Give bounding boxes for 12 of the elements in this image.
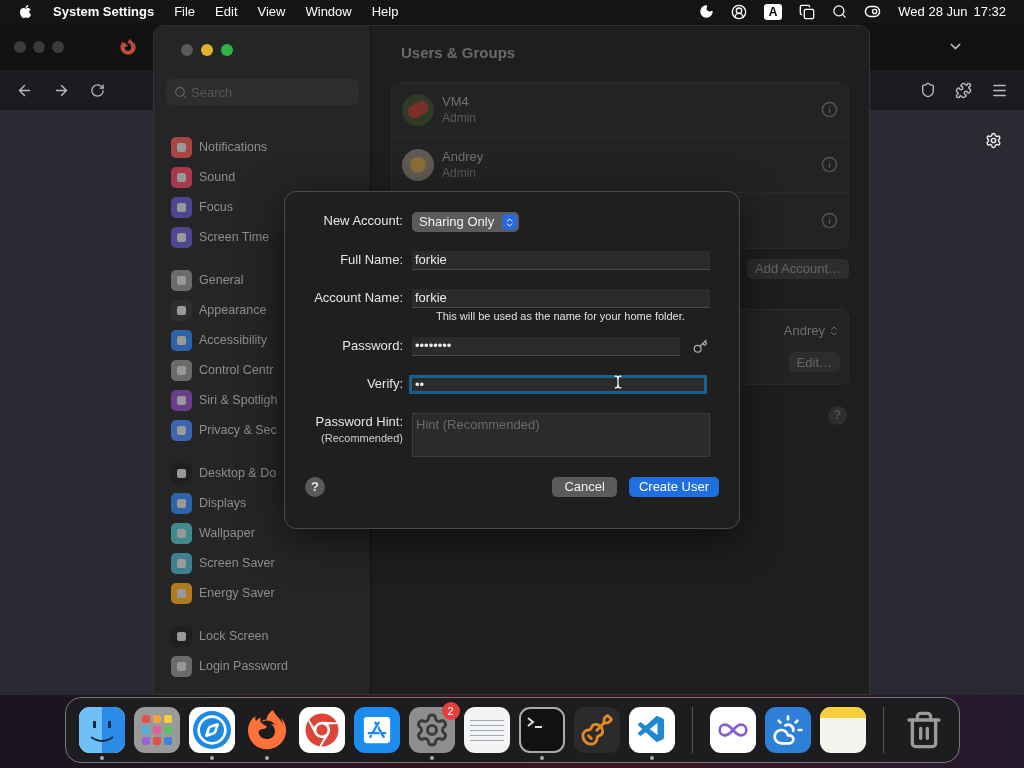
field-label: Verify: xyxy=(366,376,403,392)
page-title: Users & Groups xyxy=(400,43,517,63)
field-label: Full Name: xyxy=(340,252,403,268)
field-sublabel: (Recommended) xyxy=(321,431,403,446)
field-label: New Account: xyxy=(323,213,403,229)
field-label: Account Name: xyxy=(314,290,403,306)
field-note: This will be used as the name for your home folder. xyxy=(436,310,686,323)
field-label: Password Hint: xyxy=(315,414,403,430)
user-name: Andrey xyxy=(442,147,484,165)
notification-badge: 2 xyxy=(441,702,460,720)
field-label: Password: xyxy=(342,338,403,354)
user-name: VM4 xyxy=(442,92,470,110)
